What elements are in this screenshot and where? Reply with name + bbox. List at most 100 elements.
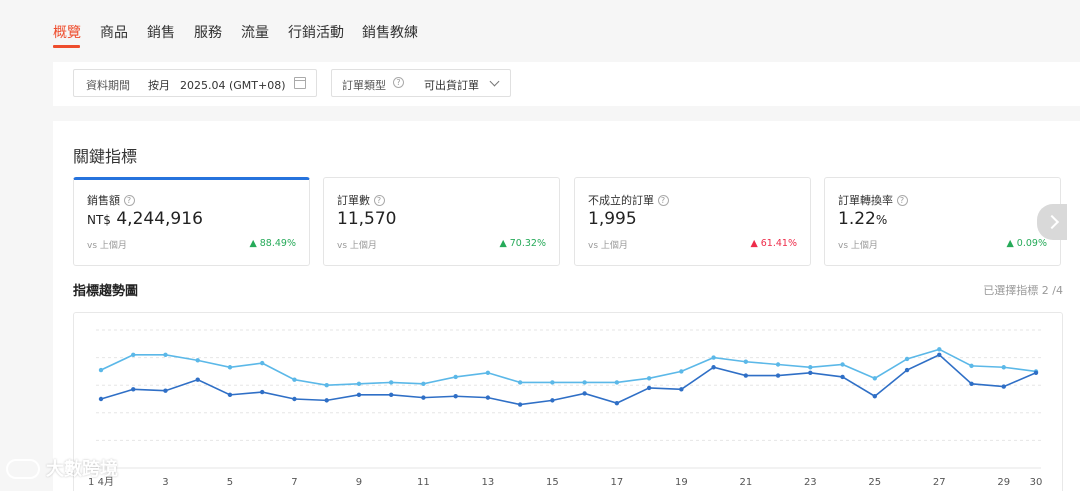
x-tick-label: 23 [804, 477, 817, 488]
data-point[interactable] [485, 370, 491, 375]
data-point[interactable] [711, 355, 716, 360]
data-point[interactable] [711, 365, 716, 370]
tab-sales-coach[interactable]: 銷售教練 [362, 22, 418, 42]
data-point[interactable] [872, 394, 877, 399]
data-point[interactable] [98, 396, 104, 402]
kpi-change: ▲ 88.49% [249, 238, 296, 249]
data-point[interactable] [292, 377, 297, 382]
help-icon[interactable]: ? [393, 77, 404, 88]
data-point[interactable] [904, 367, 910, 373]
data-point[interactable] [131, 352, 136, 358]
data-point[interactable] [485, 395, 491, 400]
data-point[interactable] [937, 352, 942, 358]
date-range-picker[interactable]: 資料期間 按月 2025.04 (GMT+08) [73, 69, 317, 97]
data-point[interactable] [582, 380, 587, 385]
kpi-card-failed-orders[interactable]: 不成立的訂單 ? 1,995 vs 上個月 ▲ 61.41% [574, 177, 811, 266]
data-point[interactable] [775, 373, 781, 378]
data-point[interactable] [517, 402, 523, 407]
data-point[interactable] [969, 363, 974, 369]
data-point[interactable] [195, 358, 200, 363]
data-point[interactable] [550, 380, 555, 385]
kpi-name: 不成立的訂單 ? [588, 192, 669, 208]
data-point[interactable] [227, 392, 233, 398]
data-point[interactable] [808, 365, 813, 370]
date-range-label: 資料期間 [86, 79, 130, 92]
data-point[interactable] [904, 356, 910, 362]
data-point[interactable] [324, 383, 329, 388]
kpi-compare-label: vs 上個月 [838, 241, 878, 251]
data-point[interactable] [743, 373, 749, 378]
tab-sales[interactable]: 銷售 [147, 22, 175, 42]
data-point[interactable] [388, 392, 394, 398]
next-arrow-button[interactable] [1037, 204, 1067, 240]
data-point[interactable] [937, 347, 942, 352]
data-point[interactable] [582, 391, 587, 396]
chevron-down-icon [489, 76, 500, 87]
data-point[interactable] [388, 380, 394, 385]
data-point[interactable] [163, 352, 168, 358]
data-point[interactable] [260, 360, 265, 366]
order-type-select[interactable]: 訂單類型 ? 可出貨訂單 [331, 69, 511, 97]
data-point[interactable] [421, 395, 426, 400]
x-tick-label: 25 [868, 477, 881, 488]
data-point[interactable] [614, 380, 620, 385]
data-point[interactable] [1001, 384, 1006, 389]
help-icon[interactable]: ? [373, 195, 385, 206]
watermark: 大數跨境 [6, 455, 118, 481]
data-point[interactable] [260, 389, 265, 395]
data-point[interactable] [646, 385, 652, 391]
data-point[interactable] [808, 370, 813, 375]
data-point[interactable] [646, 376, 652, 381]
data-point[interactable] [872, 376, 877, 381]
data-point[interactable] [195, 377, 200, 382]
data-point[interactable] [614, 400, 620, 406]
data-point[interactable] [550, 398, 555, 403]
data-point[interactable] [969, 381, 974, 387]
kpi-card-orders[interactable]: 訂單數 ? 11,570 vs 上個月 ▲ 70.32% [323, 177, 560, 266]
data-point[interactable] [775, 362, 781, 367]
help-icon[interactable]: ? [896, 195, 908, 206]
data-point[interactable] [292, 396, 297, 402]
selected-metrics-count: 已選擇指標 2 /4 [983, 284, 1063, 297]
data-point[interactable] [679, 387, 684, 392]
data-point[interactable] [517, 380, 523, 385]
kpi-compare-label: vs 上個月 [588, 241, 628, 251]
x-tick-label: 30 [1030, 477, 1043, 488]
data-point[interactable] [98, 367, 104, 373]
data-point[interactable] [356, 392, 362, 398]
data-point[interactable] [131, 387, 136, 392]
data-point[interactable] [163, 388, 168, 393]
calendar-icon[interactable] [294, 77, 306, 89]
x-tick-label: 17 [610, 477, 623, 488]
x-tick-label: 29 [997, 477, 1010, 488]
kpi-card-conversion-rate[interactable]: 訂單轉換率 ? 1.22% vs 上個月 ▲ 0.09% [824, 177, 1061, 266]
tab-traffic[interactable]: 流量 [241, 22, 269, 42]
help-icon[interactable]: ? [657, 195, 669, 206]
data-point[interactable] [227, 365, 233, 370]
data-point[interactable] [840, 362, 845, 367]
kpi-change: ▲ 0.09% [1006, 238, 1047, 249]
data-point[interactable] [324, 398, 329, 403]
x-tick-label: 19 [675, 477, 688, 488]
data-point[interactable] [679, 369, 684, 374]
tab-marketing[interactable]: 行銷活動 [288, 22, 344, 42]
data-point[interactable] [1001, 365, 1006, 370]
data-point[interactable] [743, 359, 749, 364]
tab-service[interactable]: 服務 [194, 22, 222, 42]
order-type-value: 可出貨訂單 [424, 79, 479, 92]
tab-overview[interactable]: 概覽 [53, 22, 81, 42]
tab-products[interactable]: 商品 [100, 22, 128, 42]
filter-bar: 資料期間 按月 2025.04 (GMT+08) 訂單類型 ? 可出貨訂單 [53, 62, 1080, 106]
data-point[interactable] [453, 374, 458, 380]
data-point[interactable] [421, 381, 426, 387]
data-point[interactable] [453, 394, 458, 399]
kpi-card-sales[interactable]: 銷售額 ? NT$ 4,244,916 vs 上個月 ▲ 88.49% [73, 177, 310, 266]
data-point[interactable] [356, 381, 362, 387]
data-point[interactable] [1033, 370, 1039, 375]
data-point[interactable] [840, 374, 845, 380]
x-tick-label: 21 [739, 477, 752, 488]
date-mode: 按月 [148, 79, 170, 92]
x-tick-label: 3 [162, 477, 168, 488]
help-icon[interactable]: ? [123, 195, 135, 206]
x-tick-label: 7 [291, 477, 297, 488]
